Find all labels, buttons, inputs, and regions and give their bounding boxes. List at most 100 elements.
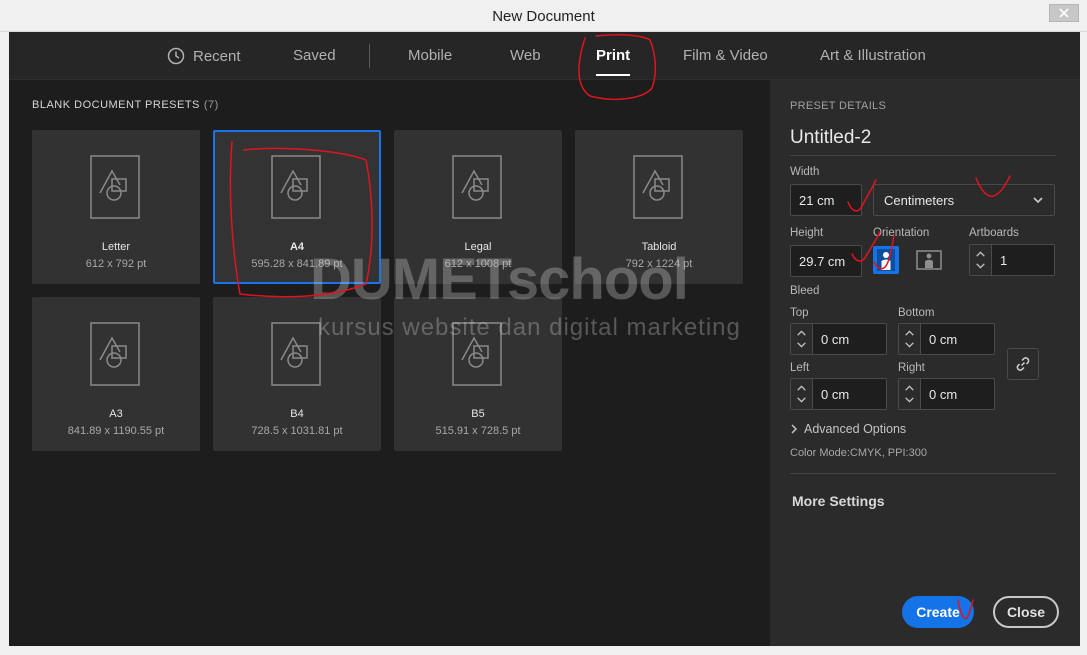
portrait-orientation-button[interactable]: [873, 246, 899, 274]
link-icon: [1016, 357, 1030, 371]
tab-mobile-label: Mobile: [408, 47, 453, 64]
landscape-orientation-button[interactable]: [916, 246, 942, 274]
document-name-input[interactable]: Untitled-2: [790, 127, 1056, 156]
preset-name: Letter: [101, 241, 131, 253]
window-title: New Document: [492, 8, 595, 25]
tab-web-label: Web: [510, 47, 541, 64]
bleed-bottom-label: Bottom: [898, 307, 935, 319]
presets-count: (7): [203, 99, 219, 111]
tab-film-video[interactable]: Film & Video: [683, 47, 768, 64]
preset-card-tabloid[interactable]: Tabloid 792 x 1224 pt: [575, 130, 743, 284]
preset-size: 612 x 1008 pt: [444, 258, 512, 270]
tab-print[interactable]: Print: [596, 47, 631, 76]
more-settings-link[interactable]: More Settings: [792, 493, 885, 509]
tab-film-video-label: Film & Video: [683, 47, 768, 64]
tab-separator: [369, 44, 370, 68]
units-dropdown[interactable]: Centimeters: [873, 184, 1055, 216]
bleed-top-label: Top: [790, 307, 809, 319]
document-icon: [271, 155, 321, 219]
stepper-arrows-icon: [970, 245, 992, 275]
color-mode-summary: Color Mode:CMYK, PPI:300: [790, 447, 927, 459]
window-titlebar: New Document: [0, 0, 1087, 32]
preset-size: 595.28 x 841.89 pt: [251, 258, 343, 270]
document-icon: [452, 322, 502, 386]
bleed-right-value: 0 cm: [929, 387, 958, 402]
link-bleed-button[interactable]: [1007, 348, 1039, 380]
artboards-label: Artboards: [969, 227, 1019, 239]
preset-name: B4: [290, 408, 304, 420]
close-button[interactable]: Close: [993, 596, 1059, 628]
tab-art-illustration-label: Art & Illustration: [820, 47, 926, 64]
preset-name: A4: [289, 241, 305, 253]
bleed-top-stepper[interactable]: 0 cm: [790, 323, 887, 355]
chevron-right-icon: [791, 424, 798, 434]
preset-name: B5: [471, 408, 485, 420]
preset-size: 612 x 792 pt: [85, 258, 147, 270]
create-button[interactable]: Create: [902, 596, 974, 628]
bleed-right-stepper[interactable]: 0 cm: [898, 378, 995, 410]
artboards-value: 1: [1000, 253, 1008, 268]
close-icon: [1059, 8, 1069, 18]
bleed-label: Bleed: [790, 285, 820, 297]
document-icon: [633, 155, 683, 219]
preset-card-letter[interactable]: Letter 612 x 792 pt: [32, 130, 200, 284]
stepper-arrows-icon: [899, 379, 921, 409]
document-icon: [271, 322, 321, 386]
presets-heading: BLANK DOCUMENT PRESETS (7): [32, 99, 219, 111]
height-input[interactable]: 29.7 cm: [790, 245, 862, 277]
bleed-left-stepper[interactable]: 0 cm: [790, 378, 887, 410]
document-icon: [90, 155, 140, 219]
tab-mobile[interactable]: Mobile: [408, 47, 452, 64]
preset-card-b5[interactable]: B5 515.91 x 728.5 pt: [394, 297, 562, 451]
preset-card-a4[interactable]: A4 595.28 x 841.89 pt: [213, 130, 381, 284]
tab-web[interactable]: Web: [510, 47, 541, 64]
tab-print-label: Print: [596, 47, 631, 64]
preset-size: 841.89 x 1190.55 pt: [67, 425, 165, 437]
window-close-button[interactable]: [1049, 4, 1079, 22]
clock-icon: [167, 47, 185, 65]
tab-recent-label: Recent: [193, 47, 241, 65]
preset-card-legal[interactable]: Legal 612 x 1008 pt: [394, 130, 562, 284]
orientation-label: Orientation: [873, 227, 930, 239]
preset-card-b4[interactable]: B4 728.5 x 1031.81 pt: [213, 297, 381, 451]
presets-heading-label: BLANK DOCUMENT PRESETS: [32, 99, 200, 111]
bleed-bottom-stepper[interactable]: 0 cm: [898, 323, 995, 355]
category-tabs: Recent Saved Mobile Web Print Film & Vid…: [9, 32, 1080, 80]
stepper-arrows-icon: [791, 324, 813, 354]
tab-recent[interactable]: Recent: [167, 47, 241, 65]
preset-size: 515.91 x 728.5 pt: [435, 425, 521, 437]
width-label: Width: [790, 166, 820, 178]
stepper-arrows-icon: [791, 379, 813, 409]
preset-name: Legal: [464, 241, 492, 253]
artboards-stepper[interactable]: 1: [969, 244, 1055, 276]
document-icon: [90, 322, 140, 386]
landscape-icon: [916, 250, 942, 270]
bleed-left-value: 0 cm: [821, 387, 850, 402]
tab-art-illustration[interactable]: Art & Illustration: [820, 47, 926, 64]
units-value: Centimeters: [884, 193, 955, 208]
active-tab-underline: [596, 74, 631, 76]
preset-size: 728.5 x 1031.81 pt: [251, 425, 343, 437]
tab-saved[interactable]: Saved: [293, 47, 336, 64]
document-icon: [452, 155, 502, 219]
advanced-options-label: Advanced Options: [804, 422, 907, 436]
preset-size: 792 x 1224 pt: [625, 258, 693, 270]
preset-card-a3[interactable]: A3 841.89 x 1190.55 pt: [32, 297, 200, 451]
preset-name: A3: [109, 408, 123, 420]
preset-details-panel: PRESET DETAILS Untitled-2 Width 21 cm Ce…: [770, 80, 1080, 646]
bleed-top-value: 0 cm: [821, 332, 850, 347]
tab-saved-label: Saved: [293, 47, 336, 64]
advanced-options-toggle[interactable]: Advanced Options: [790, 422, 906, 436]
width-input[interactable]: 21 cm: [790, 184, 862, 216]
stepper-arrows-icon: [899, 324, 921, 354]
bleed-right-label: Right: [898, 362, 925, 374]
chevron-down-icon: [1033, 197, 1043, 204]
preset-name: Tabloid: [641, 241, 677, 253]
height-label: Height: [790, 227, 824, 239]
portrait-icon: [877, 249, 895, 271]
bleed-left-label: Left: [790, 362, 810, 374]
details-divider: [790, 473, 1056, 474]
bleed-bottom-value: 0 cm: [929, 332, 958, 347]
preset-details-heading: PRESET DETAILS: [790, 100, 887, 112]
new-document-dialog: Recent Saved Mobile Web Print Film & Vid…: [9, 32, 1080, 646]
